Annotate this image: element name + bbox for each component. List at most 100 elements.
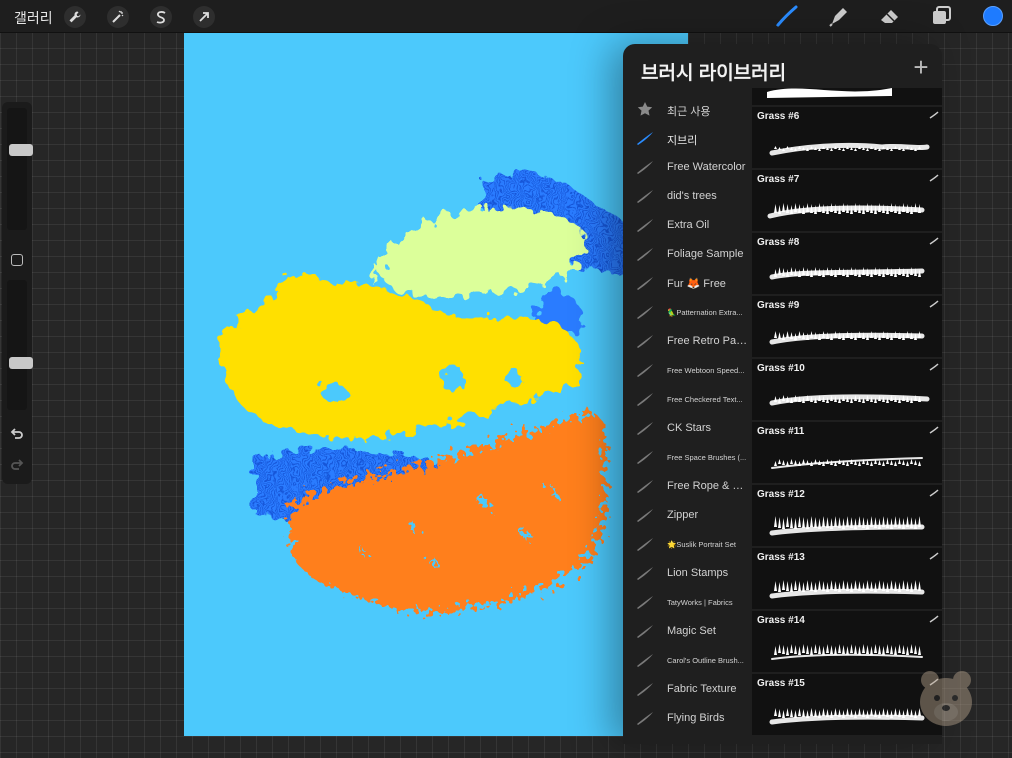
brush-set-label: Free Retro Pattern xyxy=(667,335,749,347)
brush-set-icon xyxy=(637,451,653,464)
brush-set-icon xyxy=(637,335,653,348)
brush-set-label: Free Rope & Chain xyxy=(667,480,749,492)
brush-name: Grass #12 xyxy=(757,489,805,500)
brush-set-item[interactable]: Free Checkered Text... xyxy=(623,385,749,414)
left-sidebar xyxy=(2,102,33,484)
brush-set-item[interactable]: 🦜Patternation Extra... xyxy=(623,298,749,327)
drawing-canvas[interactable] xyxy=(184,33,688,736)
add-brush-set-button[interactable]: + xyxy=(909,54,933,80)
yellow-foliage xyxy=(221,274,582,439)
brush-set-item[interactable]: Lion Stamps xyxy=(623,559,749,588)
brush-item[interactable]: Grass #7 xyxy=(752,170,942,231)
brush-set-label: Fur 🦊 Free xyxy=(667,278,726,290)
brush-item[interactable]: Grass #13 xyxy=(752,548,942,609)
magic-wand-icon[interactable] xyxy=(107,6,129,28)
brush-item[interactable]: Grass #11 xyxy=(752,422,942,483)
panel-title: 브러시 라이브러리 xyxy=(641,63,787,84)
brush-stroke-preview xyxy=(769,708,925,725)
brush-set-item[interactable]: Flying Birds xyxy=(623,704,749,733)
brush-set-item[interactable]: 최근 사용 xyxy=(623,95,749,124)
eraser-icon[interactable] xyxy=(877,4,903,28)
brush-item[interactable]: Grass #8 xyxy=(752,233,942,294)
brush-stroke-preview xyxy=(769,394,930,406)
layers-icon[interactable] xyxy=(929,4,955,28)
brush-set-item[interactable]: Free Webtoon Speed... xyxy=(623,356,749,385)
brush-set-label: Free Webtoon Speed... xyxy=(667,366,745,375)
selection-icon[interactable] xyxy=(150,6,172,28)
transform-arrow-icon[interactable] xyxy=(193,6,215,28)
brush-icon[interactable] xyxy=(774,4,800,28)
color-picker-button[interactable] xyxy=(983,6,1003,26)
brush-set-item[interactable]: Zipper xyxy=(623,501,749,530)
star-icon xyxy=(637,102,653,116)
brush-set-item[interactable]: did's trees xyxy=(623,182,749,211)
brush-item[interactable]: Grass #14 xyxy=(752,611,942,672)
brush-set-label: did's trees xyxy=(667,190,717,202)
brush-stroke-preview xyxy=(769,516,925,536)
brush-opacity-thumb[interactable] xyxy=(9,356,33,369)
brush-set-item[interactable]: Extra Oil xyxy=(623,211,749,240)
brush-set-label: 최근 사용 xyxy=(667,106,711,118)
brush-set-item[interactable]: TatyWorks | Fabrics xyxy=(623,588,749,617)
brush-item[interactable]: Grass #9 xyxy=(752,296,942,357)
brush-set-item[interactable]: CK Stars xyxy=(623,414,749,443)
brush-set-item[interactable]: Free Rope & Chain xyxy=(623,472,749,501)
top-toolbar: 갤러리 xyxy=(0,0,1012,33)
gallery-button[interactable]: 갤러리 xyxy=(14,8,53,28)
brush-set-label: TatyWorks | Fabrics xyxy=(667,598,733,607)
undo-icon[interactable] xyxy=(10,427,24,441)
brush-set-item[interactable]: 지브리 xyxy=(623,124,749,153)
brush-set-icon xyxy=(637,683,653,696)
brush-stroke-preview xyxy=(771,457,923,469)
brush-set-label: Free Watercolor xyxy=(667,161,746,173)
brush-set-item[interactable]: Fur 🦊 Free xyxy=(623,269,749,298)
brush-set-label: Flying Birds xyxy=(667,712,725,724)
modify-button[interactable] xyxy=(11,254,23,266)
brush-size-slider[interactable] xyxy=(7,108,33,230)
brush-item[interactable]: Grass #6 xyxy=(752,107,942,168)
brush-item[interactable]: Grass #12 xyxy=(752,485,942,546)
brush-set-label: Free Checkered Text... xyxy=(667,395,743,404)
brush-set-icon xyxy=(637,654,653,667)
brush-set-item[interactable]: Free Retro Pattern xyxy=(623,327,749,356)
brush-item-partial[interactable] xyxy=(752,88,942,105)
brush-edit-mark-icon xyxy=(929,489,939,497)
brush-edit-mark-icon xyxy=(929,237,939,245)
brush-set-icon xyxy=(637,480,653,493)
brush-stroke-preview xyxy=(769,267,925,280)
brush-set-label: 🦜Patternation Extra... xyxy=(667,308,743,317)
brush-set-item[interactable]: Fabric Texture xyxy=(623,675,749,704)
brush-set-icon xyxy=(637,538,653,551)
brush-set-icon xyxy=(637,132,653,145)
redo-icon[interactable] xyxy=(10,458,24,472)
brush-set-icon xyxy=(637,712,653,725)
orange-foliage xyxy=(289,412,606,613)
brush-size-thumb[interactable] xyxy=(9,144,33,157)
brush-stroke-preview xyxy=(769,331,925,345)
brush-name: Grass #10 xyxy=(757,363,805,374)
brush-library-panel: 브러시 라이브러리 + 최근 사용지브리 Free Watercolor did's… xyxy=(623,44,942,744)
brush-set-item[interactable]: 🌟Suslik Portrait Set xyxy=(623,530,749,559)
brush-set-item[interactable]: Foliage Sample xyxy=(623,240,749,269)
brush-set-item[interactable]: Carol's Outline Brush... xyxy=(623,646,749,675)
brush-edit-mark-icon xyxy=(929,300,939,308)
brush-set-icon xyxy=(637,596,653,609)
smudge-icon[interactable] xyxy=(826,4,852,28)
brush-set-label: Extra Oil xyxy=(667,219,710,231)
brush-stroke-preview xyxy=(769,580,925,599)
wrench-icon[interactable] xyxy=(64,6,86,28)
brush-set-icon xyxy=(637,393,653,406)
brush-set-item[interactable]: Free Space Brushes (... xyxy=(623,443,749,472)
brush-set-icon xyxy=(637,248,653,261)
brush-set-item[interactable]: Free Watercolor xyxy=(623,153,749,182)
brush-set-label: Lion Stamps xyxy=(667,567,729,579)
bear-watermark-icon xyxy=(920,671,972,726)
brush-set-item[interactable]: Magic Set xyxy=(623,617,749,646)
brush-set-label: CK Stars xyxy=(667,422,712,434)
brush-opacity-slider[interactable] xyxy=(7,280,33,410)
brush-item[interactable]: Grass #15 xyxy=(752,674,942,735)
brush-set-icon xyxy=(637,161,653,174)
brush-item[interactable]: Grass #10 xyxy=(752,359,942,420)
brush-set-list: 최근 사용지브리 Free Watercolor did's trees Extra … xyxy=(623,95,749,733)
brush-edit-mark-icon xyxy=(929,174,939,182)
